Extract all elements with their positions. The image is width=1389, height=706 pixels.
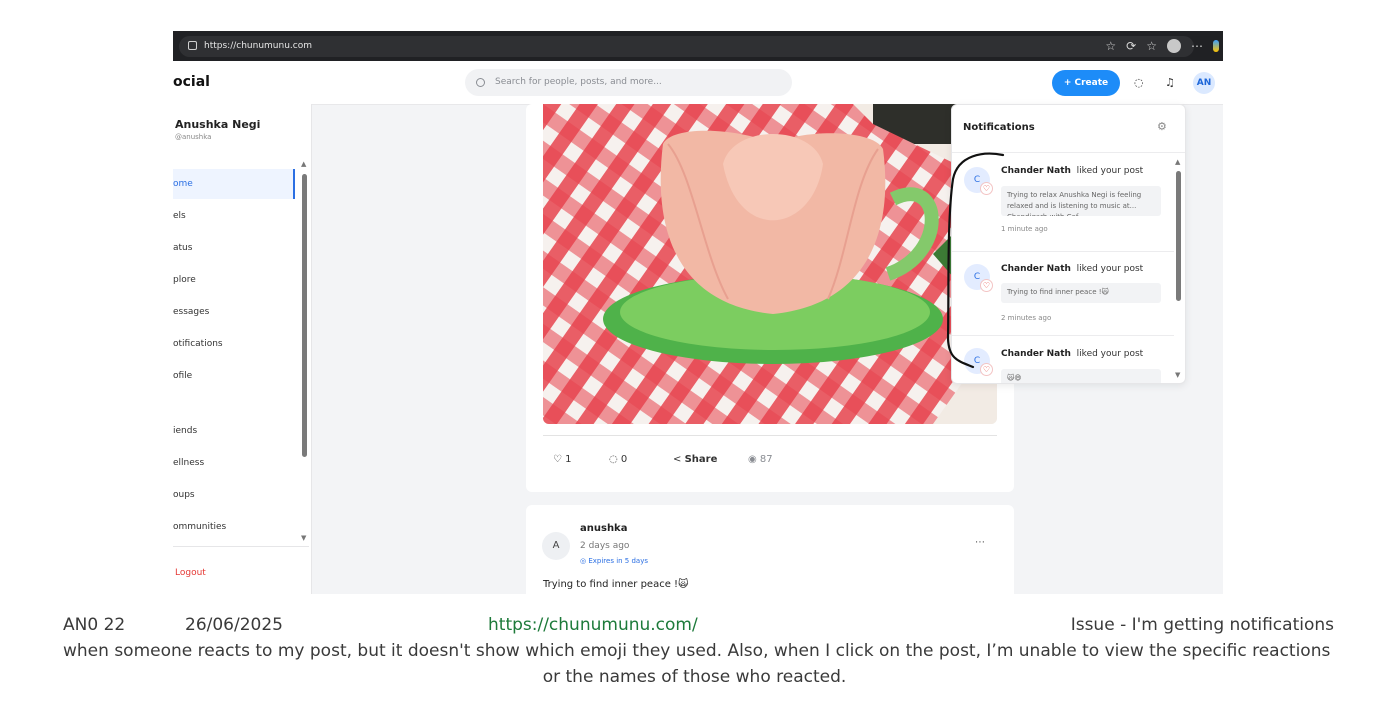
- annotation-bracket: [946, 152, 1005, 369]
- sidebar-item-groups[interactable]: oups: [173, 480, 293, 510]
- post-time: 2 days ago: [580, 541, 630, 551]
- browser-icons: ☆ ⟳ ☆ ⋯: [1105, 31, 1223, 61]
- like-button[interactable]: ♡ 1: [553, 454, 572, 465]
- sidebar-item-explore[interactable]: plore: [173, 265, 293, 295]
- notifications-scroll-up[interactable]: ▲: [1175, 158, 1180, 166]
- profile-icon[interactable]: [1167, 39, 1181, 53]
- sidebar-item-reels[interactable]: els: [173, 201, 293, 231]
- favorites-icon[interactable]: ☆: [1146, 39, 1157, 53]
- search-input[interactable]: Search for people, posts, and more...: [465, 69, 792, 96]
- logout-button[interactable]: Logout: [175, 568, 206, 578]
- sidebar-item-notifications[interactable]: otifications: [173, 329, 293, 359]
- star-icon[interactable]: ☆: [1105, 39, 1116, 53]
- caption-id: AN0 22: [63, 615, 126, 635]
- comment-icon: ◌: [609, 454, 618, 465]
- sidebar-item-home[interactable]: ome: [173, 169, 295, 199]
- gear-icon[interactable]: ⚙: [1157, 120, 1167, 133]
- sidebar: Anushka Negi @anushka ▲ ▼ ome els atus p…: [173, 104, 312, 594]
- app-header: ocial Search for people, posts, and more…: [173, 61, 1223, 105]
- scroll-up-arrow[interactable]: ▲: [301, 160, 306, 168]
- sidebar-user-handle: @anushka: [175, 133, 212, 141]
- url-text: https://chunumunu.com: [204, 41, 312, 51]
- caption-issue-line-3: or the names of those who reacted.: [542, 667, 847, 687]
- caption-link[interactable]: https://chunumunu.com/: [488, 615, 698, 635]
- more-icon[interactable]: ⋯: [1191, 39, 1203, 53]
- notifications-title: Notifications: [963, 122, 1035, 133]
- caption-date: 26/06/2025: [185, 615, 283, 635]
- notification-action: liked your post: [1076, 349, 1144, 359]
- post-more-button[interactable]: ⋯: [975, 537, 985, 548]
- notification-action: liked your post: [1076, 166, 1144, 176]
- share-icon: <: [673, 454, 682, 465]
- create-button[interactable]: + Create: [1052, 70, 1120, 96]
- notification-text: Chander Nath liked your post: [1001, 264, 1143, 274]
- caption-issue-line-2: when someone reacts to my post, but it d…: [63, 641, 1331, 661]
- app-screenshot: https://chunumunu.com ☆ ⟳ ☆ ⋯ ocial Sear…: [173, 31, 1223, 594]
- notifications-scrollbar[interactable]: [1176, 171, 1181, 301]
- sidebar-item-communities[interactable]: ommunities: [173, 512, 293, 542]
- notification-post-preview: Trying to find inner peace !🙀: [1001, 283, 1161, 303]
- sidebar-item-friends[interactable]: iends: [173, 416, 293, 446]
- post-text: Trying to find inner peace !🙀: [543, 579, 689, 590]
- sidebar-item-status[interactable]: atus: [173, 233, 293, 263]
- view-count: ◉ 87: [748, 454, 773, 465]
- comment-count: 0: [620, 454, 628, 465]
- search-icon: [476, 78, 485, 87]
- post-expiry-text: Expires in 5 days: [588, 557, 649, 565]
- sidebar-user-name[interactable]: Anushka Negi: [175, 118, 260, 131]
- notification-action: liked your post: [1076, 264, 1144, 274]
- eye-icon: ◉: [748, 454, 757, 465]
- address-bar[interactable]: https://chunumunu.com: [179, 36, 1194, 57]
- post-divider: [543, 435, 997, 436]
- copilot-icon[interactable]: [1213, 40, 1219, 52]
- browser-toolbar: https://chunumunu.com ☆ ⟳ ☆ ⋯: [173, 31, 1223, 61]
- bell-icon[interactable]: ♫: [1165, 76, 1175, 89]
- refresh-icon[interactable]: ⟳: [1126, 39, 1136, 53]
- sidebar-item-profile[interactable]: ofile: [173, 361, 293, 391]
- post-author-avatar[interactable]: A: [542, 532, 570, 560]
- notifications-scroll-down[interactable]: ▼: [1175, 371, 1180, 379]
- teacup-photo: [543, 104, 997, 424]
- post-author-name[interactable]: anushka: [580, 523, 627, 534]
- post-expiry: ◎ Expires in 5 days: [580, 557, 648, 565]
- notification-text: Chander Nath liked your post: [1001, 166, 1143, 176]
- like-count: 1: [565, 454, 572, 465]
- sidebar-item-messages[interactable]: essages: [173, 297, 293, 327]
- heart-icon: ♡: [553, 454, 562, 465]
- user-avatar[interactable]: AN: [1193, 72, 1215, 94]
- post-image[interactable]: [543, 104, 997, 424]
- lock-icon: [188, 41, 197, 50]
- search-placeholder: Search for people, posts, and more...: [495, 77, 662, 87]
- notification-post-preview: Trying to relax Anushka Negi is feeling …: [1001, 186, 1161, 216]
- caption-issue-line-1: Issue - I'm getting notifications: [1070, 615, 1334, 635]
- view-count-value: 87: [759, 454, 773, 465]
- sidebar-scrollbar[interactable]: [302, 174, 307, 457]
- comment-button[interactable]: ◌ 0: [609, 454, 627, 465]
- notification-post-preview: 🙀😄: [1001, 369, 1161, 383]
- share-label: Share: [684, 454, 718, 465]
- share-button[interactable]: < Share: [673, 454, 717, 465]
- app-logo[interactable]: ocial: [173, 74, 210, 90]
- messages-icon[interactable]: ◌: [1134, 76, 1144, 89]
- sidebar-divider: [173, 546, 309, 547]
- scroll-down-arrow[interactable]: ▼: [301, 534, 306, 542]
- sidebar-item-wellness[interactable]: ellness: [173, 448, 293, 478]
- notification-text: Chander Nath liked your post: [1001, 349, 1143, 359]
